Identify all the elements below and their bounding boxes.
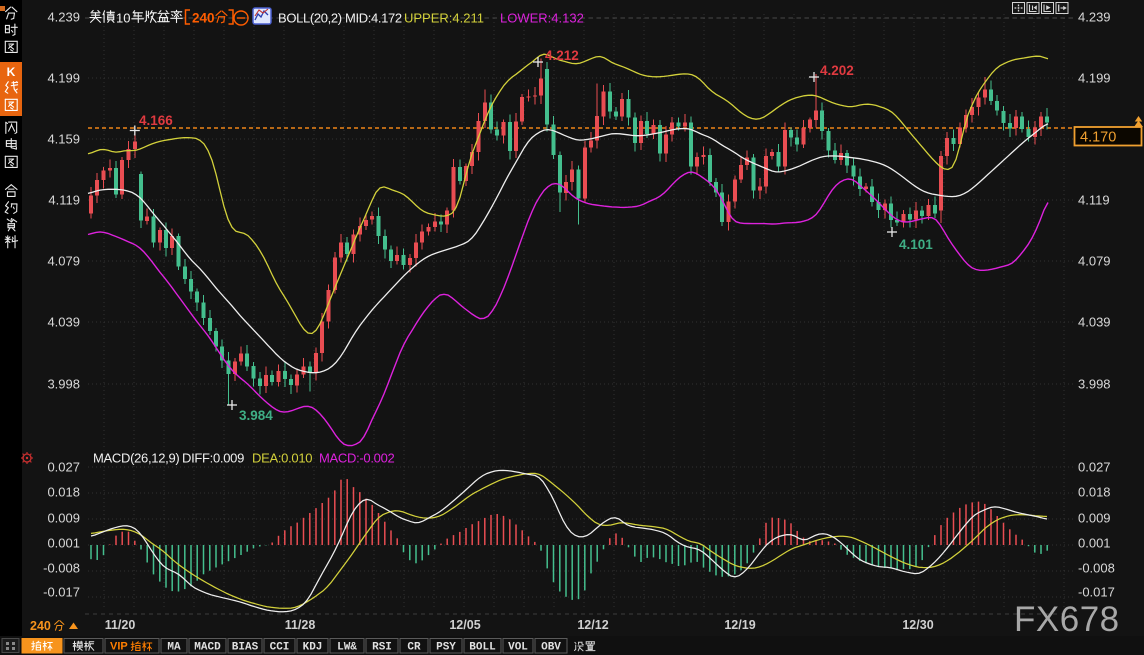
svg-text:0.009: 0.009 [47, 511, 80, 526]
svg-text:CCI: CCI [270, 642, 290, 654]
svg-text:4.079: 4.079 [47, 254, 80, 269]
svg-text:240: 240 [30, 619, 51, 633]
svg-text:-0.008: -0.008 [1078, 561, 1115, 576]
svg-text:4.170: 4.170 [1080, 130, 1116, 146]
svg-text:4.199: 4.199 [1078, 71, 1111, 86]
svg-text:CR: CR [407, 642, 421, 654]
svg-text:OBV: OBV [541, 642, 561, 654]
svg-text:12/12: 12/12 [577, 618, 608, 632]
svg-text:4.239: 4.239 [1078, 10, 1111, 25]
svg-text:DIFF:0.009: DIFF:0.009 [182, 451, 244, 466]
svg-text:4.101: 4.101 [899, 237, 933, 252]
svg-text:3.984: 3.984 [239, 408, 273, 423]
svg-text:4.079: 4.079 [1078, 254, 1111, 269]
svg-text:3.998: 3.998 [1078, 377, 1111, 392]
svg-text:VIP: VIP [110, 641, 128, 653]
svg-text:KDJ: KDJ [303, 642, 323, 654]
svg-text:3.998: 3.998 [47, 377, 80, 392]
svg-text:4.239: 4.239 [47, 10, 80, 25]
svg-text:0.027: 0.027 [47, 460, 80, 475]
svg-text:0.001: 0.001 [47, 536, 80, 551]
svg-text:LW&: LW& [337, 642, 357, 654]
svg-text:240: 240 [192, 11, 215, 26]
svg-text:MACD(26,12,9): MACD(26,12,9) [93, 451, 179, 466]
svg-text:VOL: VOL [508, 642, 528, 654]
svg-text:-0.008: -0.008 [43, 561, 80, 576]
svg-text:MACD:-0.002: MACD:-0.002 [319, 451, 395, 466]
svg-text:BIAS: BIAS [232, 642, 259, 654]
svg-text:11/20: 11/20 [105, 618, 136, 632]
svg-text:4.039: 4.039 [47, 315, 80, 330]
svg-text:12/30: 12/30 [902, 618, 933, 632]
svg-text:4.199: 4.199 [47, 71, 80, 86]
svg-text:PSY: PSY [436, 642, 456, 654]
svg-text:LOWER:4.132: LOWER:4.132 [500, 11, 584, 26]
svg-text:0.009: 0.009 [1078, 511, 1111, 526]
svg-text:MACD: MACD [194, 642, 221, 654]
svg-text:4.166: 4.166 [139, 113, 173, 128]
svg-text:4.119: 4.119 [1078, 193, 1110, 208]
svg-text:12/05: 12/05 [449, 618, 480, 632]
svg-text:12/19: 12/19 [724, 618, 755, 632]
svg-text:BOLL: BOLL [469, 642, 496, 654]
svg-text:0.001: 0.001 [1078, 536, 1111, 551]
svg-text:4.159: 4.159 [47, 132, 80, 147]
svg-text:4.212: 4.212 [545, 48, 579, 63]
svg-text:DEA:0.010: DEA:0.010 [252, 451, 312, 466]
svg-text:0.027: 0.027 [1078, 460, 1111, 475]
svg-text:0.018: 0.018 [1078, 485, 1111, 500]
svg-text:RSI: RSI [372, 642, 392, 654]
svg-text:FX678: FX678 [1014, 600, 1120, 639]
svg-text:4.202: 4.202 [820, 63, 854, 78]
svg-text:11/28: 11/28 [285, 618, 316, 632]
svg-text:-0.017: -0.017 [43, 585, 80, 600]
svg-text:10: 10 [116, 11, 130, 26]
svg-text:MA: MA [167, 642, 181, 654]
svg-text:4.119: 4.119 [48, 193, 80, 208]
svg-text:UPPER:4.211: UPPER:4.211 [404, 11, 484, 26]
svg-text:0.018: 0.018 [47, 485, 80, 500]
svg-text:4.039: 4.039 [1078, 315, 1111, 330]
svg-text:BOLL(20,2) MID:4.172: BOLL(20,2) MID:4.172 [278, 11, 402, 26]
svg-text:-0.017: -0.017 [1078, 585, 1115, 600]
svg-text:K: K [7, 65, 16, 79]
